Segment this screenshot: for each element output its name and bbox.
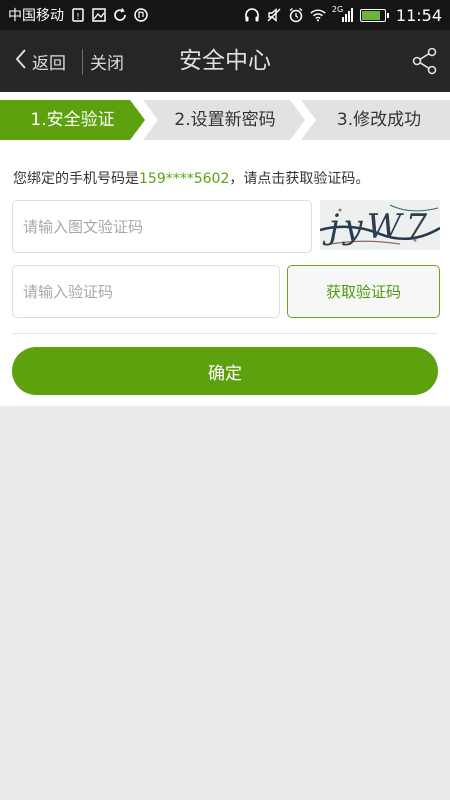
nav-divider xyxy=(82,49,83,75)
status-icons-left: ! xyxy=(70,7,149,23)
captcha-input[interactable] xyxy=(12,200,312,253)
close-button[interactable]: 关闭 xyxy=(90,30,124,92)
form-divider xyxy=(12,333,438,334)
image-icon xyxy=(91,7,107,23)
battery-icon xyxy=(359,8,389,22)
step-1-label: 1.安全验证 xyxy=(30,110,115,130)
share-icon[interactable] xyxy=(410,46,440,76)
alarm-icon xyxy=(288,7,304,23)
music-icon xyxy=(133,7,149,23)
verification-form: 您绑定的手机号码是159****5602，请点击获取验证码。 jyW7 获取验证… xyxy=(0,156,450,406)
phone-number: 159****5602 xyxy=(139,171,230,187)
wifi-icon xyxy=(310,7,326,23)
back-label: 返回 xyxy=(32,53,66,74)
get-code-button[interactable]: 获取验证码 xyxy=(287,265,440,318)
mute-icon xyxy=(266,7,282,23)
status-icons-right: 2G 11:54 xyxy=(244,6,442,25)
clock: 11:54 xyxy=(395,5,442,25)
status-bar: 中国移动 ! 2G 11:54 xyxy=(0,0,450,30)
network-type: 2G xyxy=(331,5,344,14)
captcha-image[interactable]: jyW7 xyxy=(320,200,440,250)
chevron-left-icon xyxy=(14,48,28,75)
phone-suffix: ，请点击获取验证码。 xyxy=(229,171,370,187)
step-indicator: 1.安全验证 2.设置新密码 3.修改成功 xyxy=(0,92,450,156)
confirm-button[interactable]: 确定 xyxy=(12,347,438,395)
step-3-label: 3.修改成功 xyxy=(336,110,422,130)
nav-bar: 返回 关闭 安全中心 xyxy=(0,30,450,92)
sync-icon xyxy=(112,7,128,23)
page-title: 安全中心 xyxy=(179,48,271,74)
back-button[interactable]: 返回 xyxy=(14,30,66,92)
headphones-icon xyxy=(244,7,260,23)
sim-alert-icon: ! xyxy=(70,7,86,23)
step-2-label: 2.设置新密码 xyxy=(174,110,276,130)
signal-icon: 2G xyxy=(331,5,354,23)
sms-code-input[interactable] xyxy=(12,265,280,318)
carrier-name: 中国移动 xyxy=(8,8,64,24)
captcha-text: jyW7 xyxy=(322,207,431,247)
phone-notice: 您绑定的手机号码是159****5602，请点击获取验证码。 xyxy=(13,168,369,188)
svg-text:!: ! xyxy=(76,12,79,21)
phone-prefix: 您绑定的手机号码是 xyxy=(13,171,139,187)
